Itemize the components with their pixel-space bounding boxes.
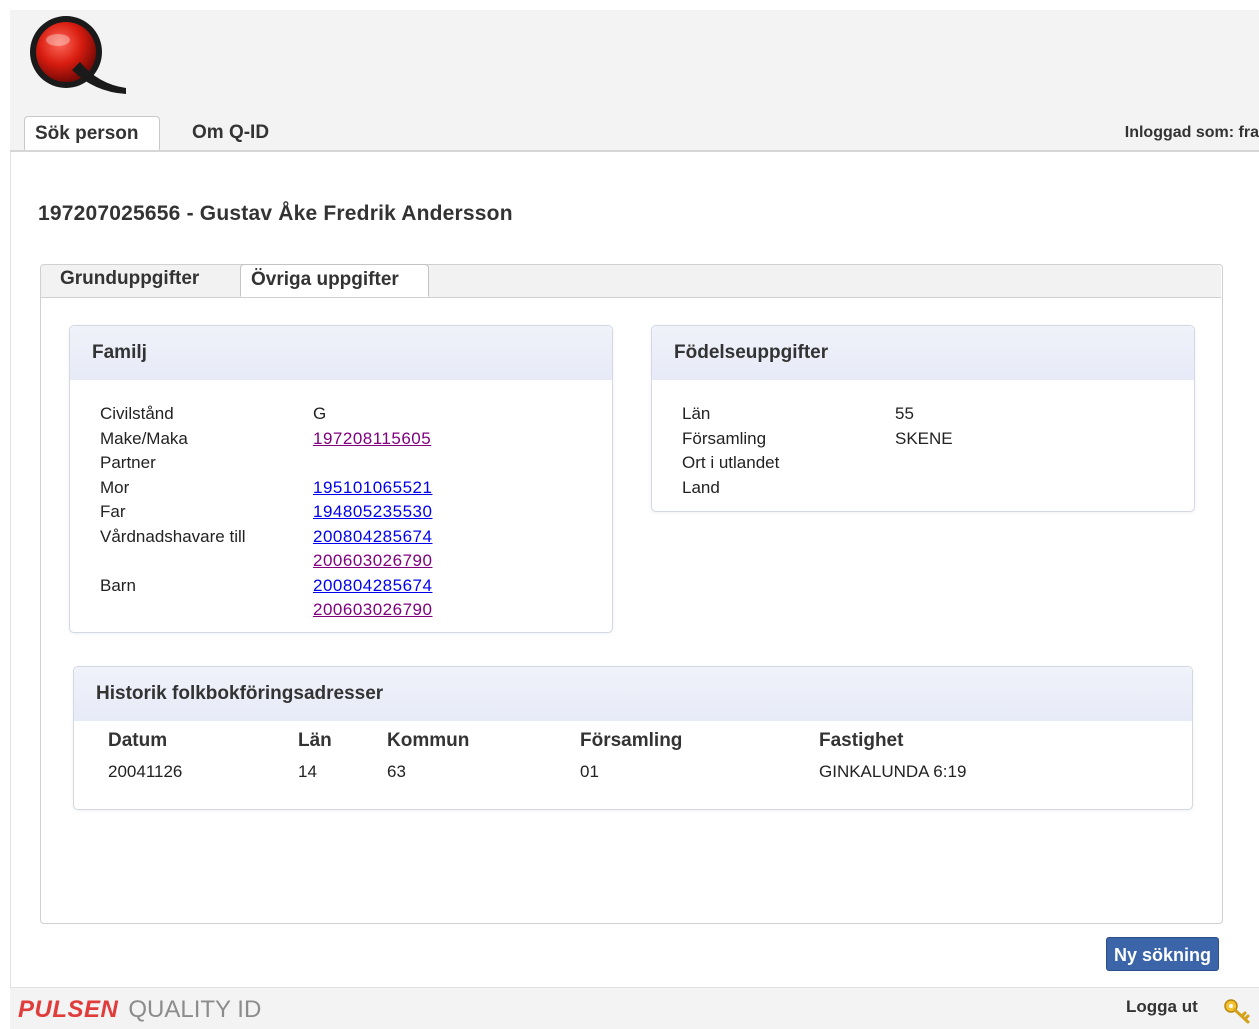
birth-labels: Län Församling Ort i utlandet Land [682,402,779,500]
family-panel-heading: Familj [70,326,612,380]
label-forsamling: Församling [682,428,767,448]
link-mor[interactable]: 195101065521 [313,478,432,497]
label-civilstand: Civilstånd [100,404,174,423]
column-header-forsamling: Församling [580,730,683,751]
tab-om-qid[interactable]: Om Q-ID [182,116,279,150]
qid-logo-icon [30,16,126,94]
table-cell-datum: 20041126 [108,762,183,781]
label-mor: Mor [100,477,130,497]
birth-panel-heading: Födelseuppgifter [652,326,1194,380]
value-civilstand: G [313,404,327,423]
column-header-kommun: Kommun [387,730,470,751]
label-land: Land [682,477,720,497]
family-labels: Civilstånd Make/Maka Partner Mor Far Vår… [100,402,246,623]
tab-ovriga-uppgifter[interactable]: Övriga uppgifter [240,264,429,297]
label-vardnadshavare: Vårdnadshavare till [100,526,246,546]
link-make-maka[interactable]: 197208115605 [313,429,431,448]
table-cell-kommun: 63 [387,762,406,781]
tabbar-divider [10,150,1259,152]
history-panel-heading: Historik folkbokföringsadresser [74,667,1192,721]
tab-grunduppgifter[interactable]: Grunduppgifter [60,264,199,297]
value-land [895,476,953,501]
key-icon[interactable] [1222,996,1252,1026]
table-cell-fastighet: GINKALUNDA 6:19 [819,762,967,781]
page-title: 197207025656 - Gustav Åke Fredrik Anders… [38,202,513,225]
label-make-maka: Make/Maka [100,428,188,448]
label-far: Far [100,502,126,521]
details-tabstrip [41,265,1221,298]
label-blank [100,549,246,574]
logged-in-label: Inloggad som: fra [1124,124,1259,141]
footer-brand-quality-id: QUALITY ID [128,996,262,1023]
link-barn-2[interactable]: 200603026790 [313,600,432,619]
link-far[interactable]: 194805235530 [313,502,432,521]
link-barn-1[interactable]: 200804285674 [313,576,432,595]
label-blank [100,598,246,623]
label-partner: Partner [100,453,156,472]
tab-sok-person[interactable]: Sök person [24,116,160,150]
logout-link[interactable]: Logga ut [1126,997,1198,1017]
new-search-button[interactable]: Ny sökning [1106,937,1219,971]
value-lan: 55 [895,404,914,423]
family-values: G 197208115605 195101065521 194805235530… [313,402,432,623]
footer-brand: PULSEN QUALITY ID [18,996,261,1024]
link-vardnadshavare-2[interactable]: 200603026790 [313,551,432,570]
label-barn: Barn [100,575,136,595]
table-cell-lan: 14 [298,762,317,781]
label-ort-utlandet: Ort i utlandet [682,453,780,472]
value-ort-utlandet [895,451,953,476]
value-forsamling: SKENE [895,428,953,448]
birth-values: 55 SKENE [895,402,953,500]
link-vardnadshavare-1[interactable]: 200804285674 [313,527,432,546]
column-header-datum: Datum [108,730,168,751]
column-header-lan: Län [298,730,332,751]
footer-brand-pulsen: PULSEN [18,996,119,1023]
page-left-border [10,152,11,987]
column-header-fastighet: Fastighet [819,730,904,751]
table-cell-forsamling: 01 [580,762,599,781]
value-partner [313,451,432,476]
label-lan: Län [682,404,711,423]
